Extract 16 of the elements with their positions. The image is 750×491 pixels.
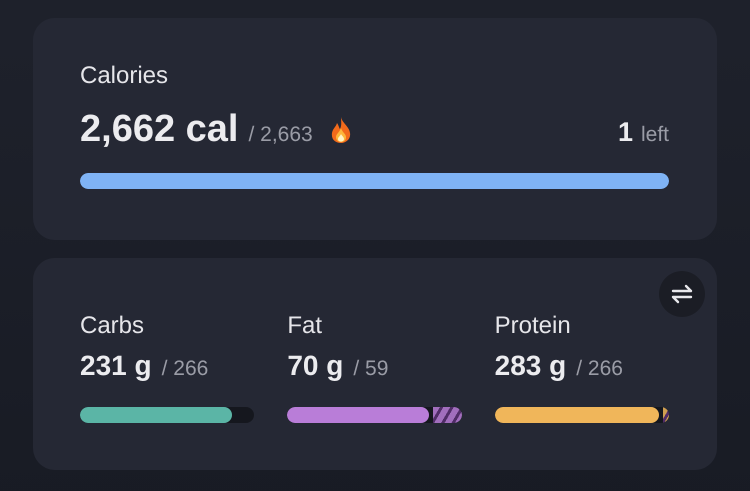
swap-arrows-icon bbox=[669, 284, 695, 304]
remaining-label: left bbox=[640, 123, 669, 147]
macro-goal: / 266 bbox=[576, 357, 623, 381]
calories-title: Calories bbox=[80, 62, 170, 90]
macro-value: 283 g bbox=[494, 350, 566, 382]
macro-value: 70 g bbox=[287, 350, 344, 382]
calories-remaining: 1 bbox=[618, 117, 633, 148]
macro-name: Protein bbox=[494, 312, 572, 340]
macro-goal: / 266 bbox=[162, 357, 208, 381]
swap-button[interactable] bbox=[659, 271, 705, 317]
calories-goal: / 2,663 bbox=[248, 123, 313, 147]
calories-value: 2,662 cal bbox=[80, 108, 238, 151]
macro-goal: / 59 bbox=[353, 357, 388, 381]
macro-name: Fat bbox=[287, 312, 324, 340]
macro-value: 231 g bbox=[80, 350, 152, 382]
macro-name: Carbs bbox=[80, 312, 146, 340]
